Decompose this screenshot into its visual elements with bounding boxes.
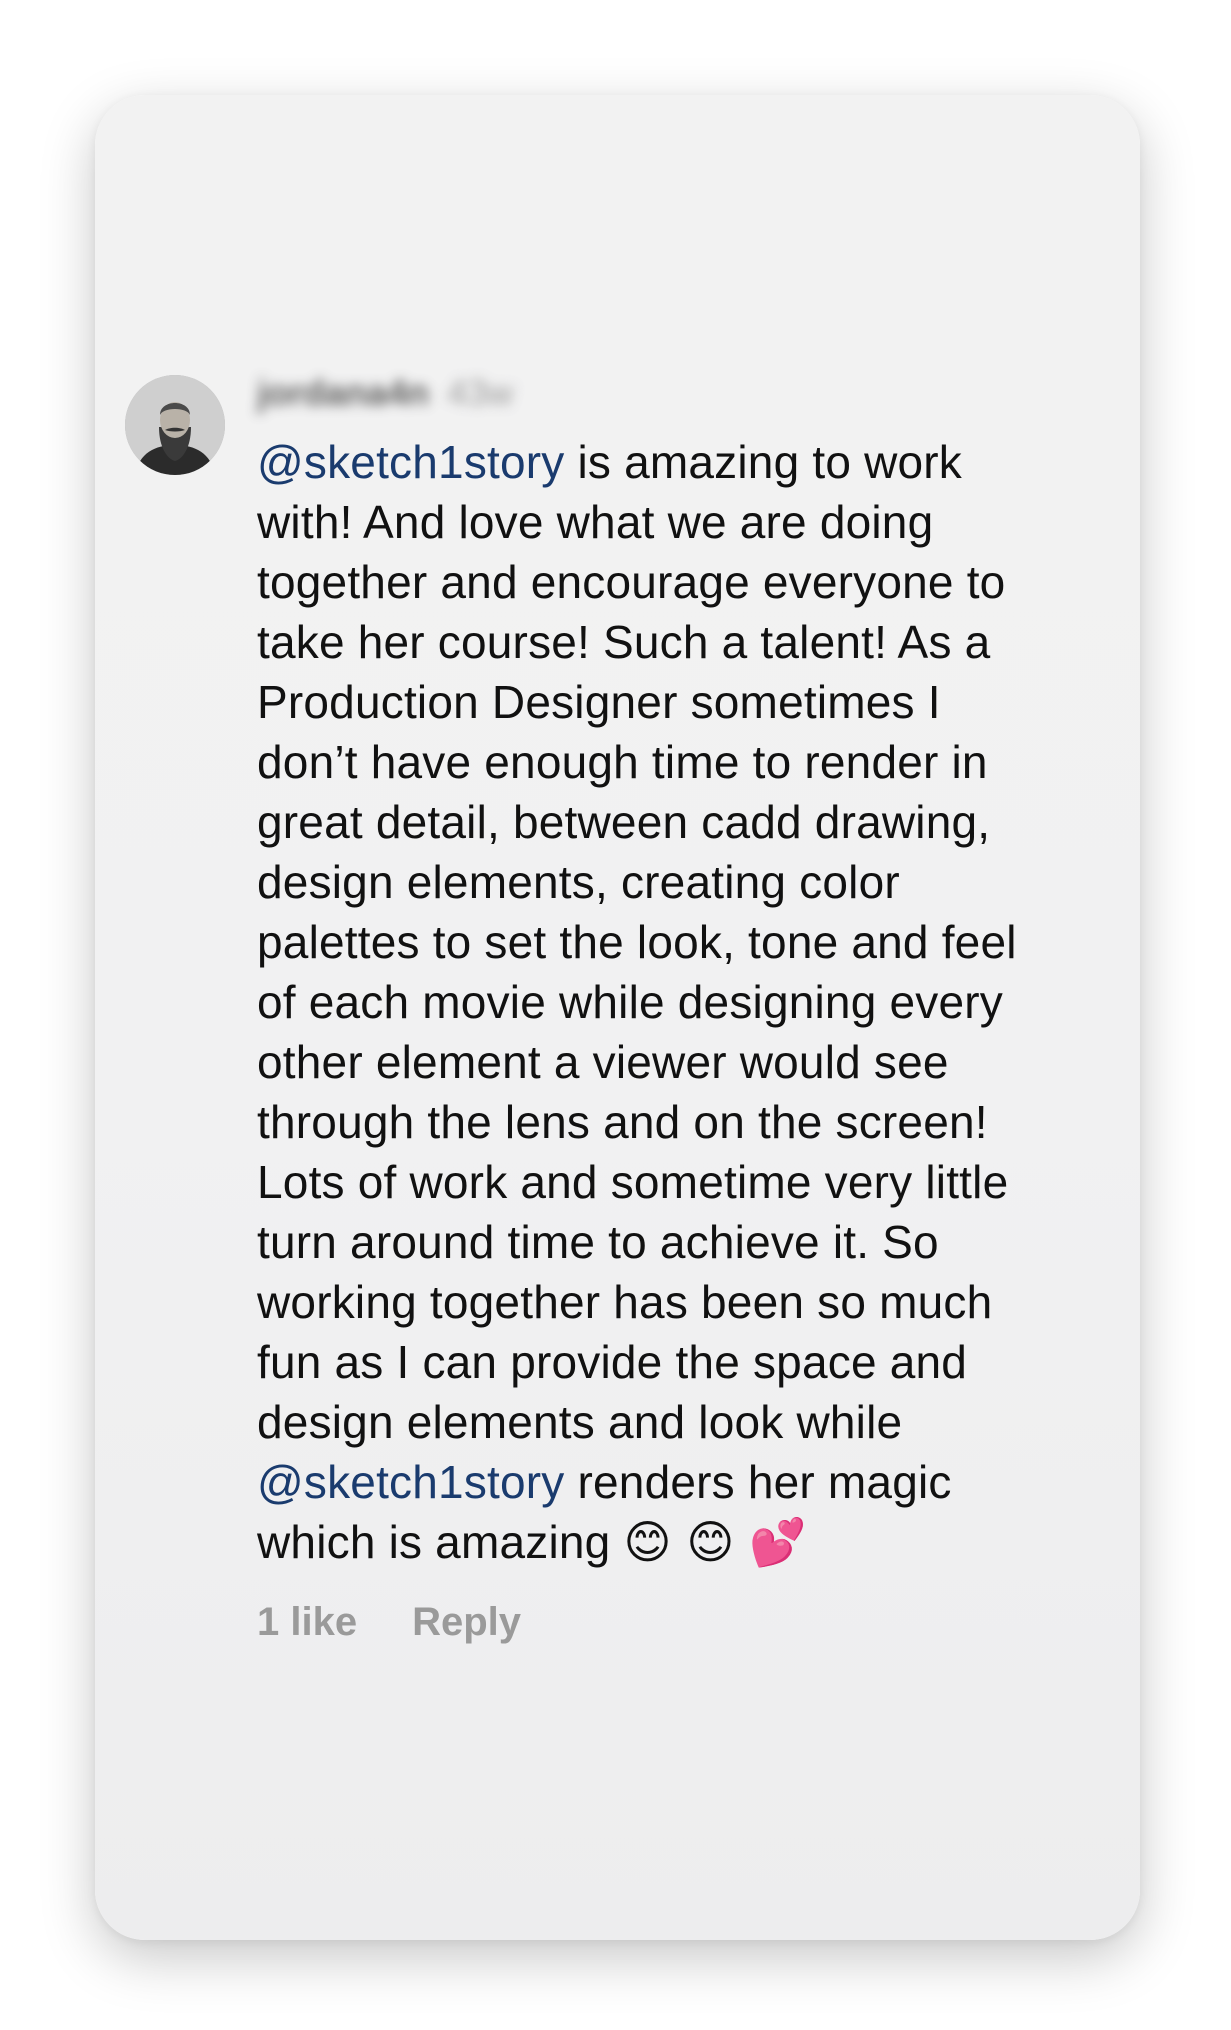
user-avatar[interactable] bbox=[125, 375, 225, 475]
comment-text-segment: which is amazing bbox=[257, 1516, 624, 1568]
comment-line: Production Designer sometimes I bbox=[257, 672, 1117, 732]
comment-text-segment: is amazing to work bbox=[564, 436, 963, 488]
comment-text: @sketch1story is amazing to work with! An… bbox=[257, 432, 1117, 1572]
comment-username[interactable]: jordana4n bbox=[257, 372, 429, 414]
comment-line: Lots of work and sometime very little bbox=[257, 1152, 1117, 1212]
comment-line: with! And love what we are doing bbox=[257, 492, 1117, 552]
comment-text-segment: Production Designer sometimes I bbox=[257, 676, 941, 728]
mention-link[interactable]: @sketch1story bbox=[257, 436, 565, 488]
comment-text-segment: great detail, between cadd drawing, bbox=[257, 796, 991, 848]
comment-text-segment: other element a viewer would see bbox=[257, 1036, 949, 1088]
comment-header: jordana4n 43w bbox=[257, 368, 513, 418]
comment-text-segment: design elements, creating color bbox=[257, 856, 900, 908]
comment-text-segment: design elements and look while bbox=[257, 1396, 903, 1448]
comment-text-segment: renders her magic bbox=[564, 1456, 952, 1508]
comment-text-segment: take her course! Such a talent! As a bbox=[257, 616, 991, 668]
comment-line: together and encourage everyone to bbox=[257, 552, 1117, 612]
comment-text-segment: fun as I can provide the space and bbox=[257, 1336, 968, 1388]
comment-actions: 1 like Reply bbox=[257, 1597, 521, 1647]
comment-text-segment: together and encourage everyone to bbox=[257, 556, 1006, 608]
likes-count-button[interactable]: 1 like bbox=[257, 1600, 357, 1645]
comment-line: design elements, creating color bbox=[257, 852, 1117, 912]
comment-text-segment: of each movie while designing every bbox=[257, 976, 1003, 1028]
comment-line: @sketch1story is amazing to work bbox=[257, 432, 1117, 492]
comment-line: which is amazing 😊 😊 💕 bbox=[257, 1512, 1117, 1572]
comment-text-segment: palettes to set the look, tone and feel bbox=[257, 916, 1017, 968]
comment-line: working together has been so much bbox=[257, 1272, 1117, 1332]
comment-line: through the lens and on the screen! bbox=[257, 1092, 1117, 1152]
comment-text-segment: don’t have enough time to render in bbox=[257, 736, 988, 788]
comment-text-segment: through the lens and on the screen! bbox=[257, 1096, 988, 1148]
mention-link[interactable]: @sketch1story bbox=[257, 1456, 565, 1508]
comment-line: don’t have enough time to render in bbox=[257, 732, 1117, 792]
comment-text-segment: turn around time to achieve it. So bbox=[257, 1216, 939, 1268]
comment-text-segment: Lots of work and sometime very little bbox=[257, 1156, 1009, 1208]
comment-line: turn around time to achieve it. So bbox=[257, 1212, 1117, 1272]
comment-line: great detail, between cadd drawing, bbox=[257, 792, 1117, 852]
comment-timestamp: 43w bbox=[447, 372, 514, 413]
comment-line: of each movie while designing every bbox=[257, 972, 1117, 1032]
comment-text-segment: working together has been so much bbox=[257, 1276, 993, 1328]
comment-text-segment: with! And love what we are doing bbox=[257, 496, 934, 548]
comment-line: take her course! Such a talent! As a bbox=[257, 612, 1117, 672]
person-avatar-icon bbox=[125, 375, 225, 475]
comment-line: fun as I can provide the space and bbox=[257, 1332, 1117, 1392]
comment-line: palettes to set the look, tone and feel bbox=[257, 912, 1117, 972]
emoji-reactions: 😊 😊 💕 bbox=[623, 1515, 807, 1569]
comment-line: design elements and look while bbox=[257, 1392, 1117, 1452]
comment-line: @sketch1story renders her magic bbox=[257, 1452, 1117, 1512]
reply-button[interactable]: Reply bbox=[412, 1600, 521, 1645]
comment-line: other element a viewer would see bbox=[257, 1032, 1117, 1092]
